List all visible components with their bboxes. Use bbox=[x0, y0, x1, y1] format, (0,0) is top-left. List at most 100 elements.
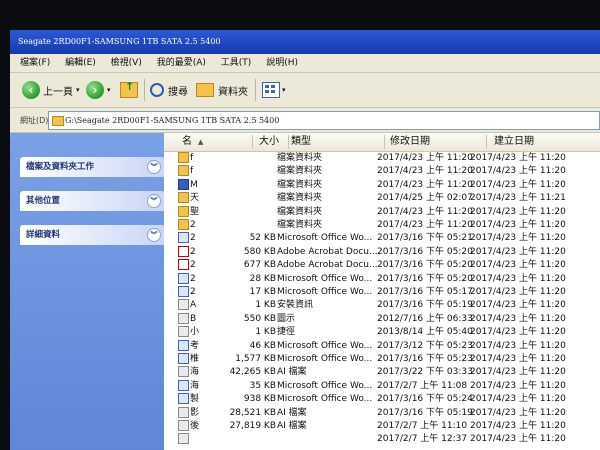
file-row[interactable]: 海 42,265 KB AI 檔案 2017/3/22 下午 03:33 2017/4/… bbox=[164, 366, 600, 379]
file-created: 2017/4/23 上午 11:20 bbox=[470, 166, 566, 177]
file-created: 2017/4/23 上午 11:20 bbox=[470, 421, 566, 431]
file-modified: 2017/2/7 上午 11:10 bbox=[377, 421, 468, 431]
up-folder-button[interactable]: ↑ bbox=[120, 79, 138, 101]
file-modified: 2017/3/16 下午 05:17 bbox=[377, 287, 473, 297]
file-row[interactable]: f 檔案資料夾 2017/4/23 上午 11:20 2017/4/23 上午 11:… bbox=[164, 165, 600, 178]
file-type: 檔案資料夾 bbox=[277, 179, 323, 190]
file-created: 2017/4/23 上午 11:20 bbox=[470, 260, 566, 271]
file-type: 檔案資料夾 bbox=[277, 206, 323, 217]
file-created: 2017/4/23 上午 11:20 bbox=[470, 434, 566, 445]
file-row[interactable]: A 1 KB 安裝資訊 2017/3/16 下午 05:19 2017/4/23 上午 … bbox=[164, 299, 600, 312]
file-row[interactable]: B 550 KB 圖示 2012/7/16 上午 06:33 2017/4/23 上午 … bbox=[164, 312, 600, 326]
file-name: 影 bbox=[190, 407, 200, 418]
address-input[interactable]: G:\Seagate 2RD00F1-SAMSUNG 1TB SATA 2.5 … bbox=[48, 111, 600, 130]
file-name: f bbox=[190, 166, 194, 177]
file-row[interactable]: 2017/2/7 上午 12:37 2017/4/23 上午 11:20 bbox=[164, 433, 600, 446]
file-row[interactable]: 製 938 KB Microsoft Office Wo... 2017/3/16 下… bbox=[164, 393, 600, 406]
file-row[interactable]: M 檔案資料夾 2017/4/23 上午 11:20 2017/4/23 上午 11:… bbox=[164, 178, 600, 192]
file-type: 檔案資料夾 bbox=[277, 153, 323, 163]
file-modified: 2017/4/23 上午 11:20 bbox=[377, 206, 473, 217]
file-created: 2017/4/23 上午 11:20 bbox=[470, 300, 566, 311]
file-row[interactable]: 2 28 KB Microsoft Office Wo... 2017/3/16 下午… bbox=[164, 272, 600, 286]
file-created: 2017/4/23 上午 11:20 bbox=[470, 407, 566, 418]
file-row[interactable]: 2 580 KB Adobe Acrobat Docu... 2017/3/16 下午… bbox=[164, 245, 600, 259]
file-created: 2017/4/23 上午 11:20 bbox=[470, 273, 566, 284]
file-name: 海 bbox=[190, 380, 200, 391]
column-header-size[interactable]: 大小 bbox=[259, 133, 279, 151]
file-row[interactable]: 椎 1,577 KB Microsoft Office Wo... 2017/3/16… bbox=[164, 353, 600, 366]
file-name: 後 bbox=[190, 421, 200, 431]
file-modified: 2017/3/16 下午 05:20 bbox=[377, 273, 473, 284]
file-row[interactable]: 2 檔案資料夾 2017/4/23 上午 11:20 2017/4/23 上午 11:… bbox=[164, 219, 600, 232]
file-size: 42,265 KB bbox=[229, 367, 276, 378]
file-modified: 2017/4/25 上午 02:07 bbox=[377, 193, 473, 204]
forward-button[interactable]: › ▾ bbox=[86, 79, 111, 101]
views-button[interactable]: ▾ bbox=[262, 79, 286, 101]
file-modified: 2017/3/16 下午 05:20 bbox=[377, 246, 473, 257]
chevron-down-icon[interactable]: ︾ bbox=[147, 228, 161, 242]
menu-file[interactable]: 檔案(F) bbox=[20, 54, 50, 72]
file-name: 2 bbox=[190, 220, 196, 230]
file-modified: 2017/2/7 上午 11:08 bbox=[377, 380, 468, 391]
menu-favorites[interactable]: 我的最愛(A) bbox=[157, 54, 206, 72]
file-row[interactable]: 天 檔案資料夾 2017/4/25 上午 02:07 2017/4/23 上午 11:… bbox=[164, 192, 600, 205]
file-row[interactable]: 後 27,819 KB AI 檔案 2017/2/7 上午 11:10 2017/4/2… bbox=[164, 420, 600, 433]
file-type: Microsoft Office Wo... bbox=[277, 287, 373, 297]
file-type: AI 檔案 bbox=[277, 421, 307, 431]
menu-edit[interactable]: 編輯(E) bbox=[65, 54, 96, 72]
file-type: AI 檔案 bbox=[277, 367, 307, 378]
file-modified: 2017/4/23 上午 11:20 bbox=[377, 153, 473, 163]
file-row[interactable]: 2 17 KB Microsoft Office Wo... 2017/3/16 下午… bbox=[164, 286, 600, 299]
file-name: 海 bbox=[190, 367, 200, 378]
file-modified: 2017/3/16 下午 05:19 bbox=[377, 407, 473, 418]
file-row[interactable]: 考 46 KB Microsoft Office Wo... 2017/3/12 下午… bbox=[164, 339, 600, 353]
panel-details[interactable]: 詳細資料 ︾ bbox=[20, 225, 165, 245]
chevron-down-icon[interactable]: ︾ bbox=[147, 194, 161, 208]
column-header-modified[interactable]: 修改日期 bbox=[390, 133, 430, 151]
file-type: Microsoft Office Wo... bbox=[277, 380, 373, 391]
chevron-down-icon[interactable]: ︾ bbox=[147, 160, 161, 174]
file-created: 2017/4/23 上午 11:20 bbox=[470, 246, 566, 257]
file-modified: 2017/4/23 上午 11:20 bbox=[377, 220, 473, 230]
file-name: M bbox=[190, 179, 198, 190]
panel-other-places[interactable]: 其他位置 ︾ bbox=[20, 191, 165, 211]
panel-file-folder-tasks[interactable]: 檔案及資料夾工作 ︾ bbox=[20, 157, 165, 177]
file-created: 2017/4/23 上午 11:20 bbox=[470, 380, 566, 391]
menu-view[interactable]: 檢視(V) bbox=[111, 54, 142, 72]
folder-icon bbox=[52, 116, 64, 126]
file-size: 46 KB bbox=[249, 340, 276, 351]
file-icon bbox=[178, 433, 189, 445]
file-type: Microsoft Office Wo... bbox=[277, 354, 373, 364]
file-created: 2017/4/23 上午 11:20 bbox=[470, 220, 566, 230]
file-created: 2017/4/23 上午 11:20 bbox=[470, 179, 566, 190]
file-size: 938 KB bbox=[243, 394, 276, 405]
column-header-created[interactable]: 建立日期 bbox=[494, 133, 534, 151]
file-size: 28 KB bbox=[249, 273, 276, 284]
menu-tools[interactable]: 工具(T) bbox=[221, 54, 252, 72]
word-document-icon bbox=[178, 353, 189, 364]
search-button[interactable]: 搜尋 bbox=[150, 79, 188, 101]
file-row[interactable]: 2 52 KB Microsoft Office Wo... 2017/3/16 下午… bbox=[164, 232, 600, 245]
file-row[interactable]: 海 35 KB Microsoft Office Wo... 2017/2/7 上午 … bbox=[164, 379, 600, 393]
file-created: 2017/4/23 上午 11:20 bbox=[470, 354, 566, 364]
file-row[interactable]: f 檔案資料夾 2017/4/23 上午 11:20 2017/4/23 上午 11:… bbox=[164, 152, 600, 165]
file-type: 檔案資料夾 bbox=[277, 166, 323, 177]
file-row[interactable]: 聖 檔案資料夾 2017/4/23 上午 11:20 2017/4/23 上午 11:… bbox=[164, 205, 600, 219]
file-name: 2 bbox=[190, 246, 196, 257]
pdf-icon bbox=[178, 245, 189, 257]
file-size: 1 KB bbox=[255, 300, 276, 311]
file-modified: 2017/3/22 下午 03:33 bbox=[377, 367, 473, 378]
task-pane: 檔案及資料夾工作 ︾ 其他位置 ︾ 詳細資料 ︾ bbox=[10, 133, 165, 450]
file-size: 17 KB bbox=[249, 287, 276, 297]
file-row[interactable]: 小 1 KB 捷徑 2013/8/14 上午 05:40 2017/4/23 上午 11… bbox=[164, 326, 600, 339]
file-row[interactable]: 2 677 KB Adobe Acrobat Docu... 2017/3/16 下午… bbox=[164, 259, 600, 272]
column-header-type[interactable]: 類型 bbox=[291, 133, 311, 151]
back-button[interactable]: ‹ 上一頁 ▾ bbox=[22, 79, 80, 101]
file-created: 2017/4/23 上午 11:20 bbox=[470, 153, 566, 163]
column-header-name[interactable]: 名 bbox=[182, 133, 192, 151]
menu-help[interactable]: 說明(H) bbox=[266, 54, 298, 72]
file-row[interactable]: 影 28,521 KB AI 檔案 2017/3/16 下午 05:19 2017/4/… bbox=[164, 406, 600, 420]
folders-button[interactable]: 資料夾 bbox=[196, 79, 248, 101]
file-name: 天 bbox=[190, 193, 200, 204]
file-modified: 2017/3/16 下午 05:24 bbox=[377, 394, 473, 405]
